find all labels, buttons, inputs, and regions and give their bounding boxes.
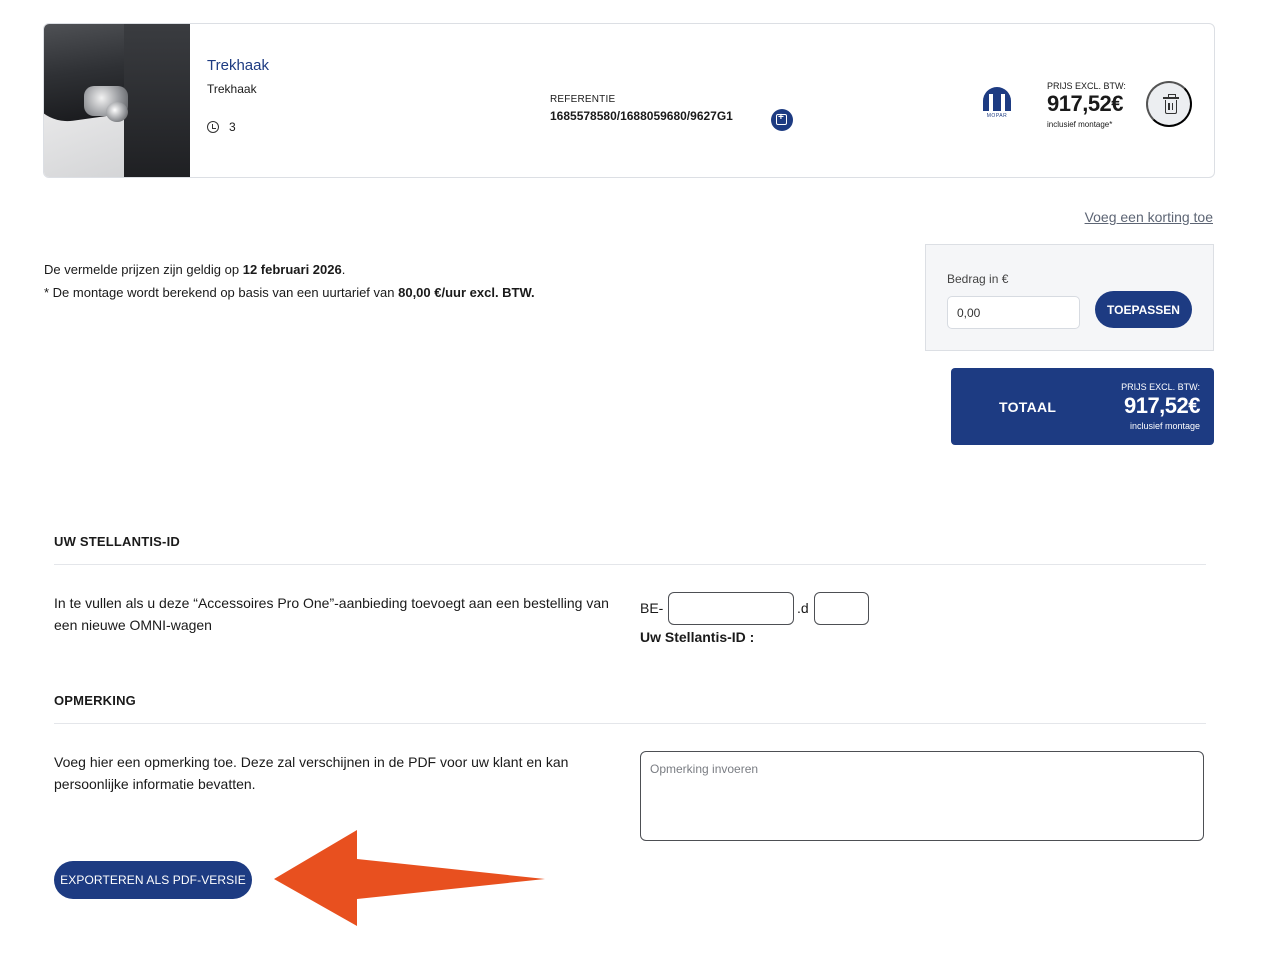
stellantis-id-label: Uw Stellantis-ID :: [640, 629, 755, 645]
total-label: TOTAAL: [999, 399, 1057, 415]
total-panel: TOTAAL PRIJS EXCL. BTW: 917,52€ inclusie…: [951, 368, 1214, 445]
delete-product-button[interactable]: [1146, 81, 1192, 127]
product-price: 917,52€: [1047, 91, 1124, 116]
amount-label: Bedrag in €: [947, 272, 1009, 286]
mopar-logo-text: MOPAR: [986, 113, 1008, 119]
stellantis-id-separator: .d: [797, 600, 809, 616]
apply-discount-button[interactable]: TOEPASSEN: [1095, 291, 1192, 328]
export-pdf-button[interactable]: EXPORTEREN ALS PDF-VERSIE: [54, 861, 252, 899]
product-card: Trekhaak Trekhaak 3 REFERENTIE 168557858…: [43, 23, 1215, 178]
stellantis-id-suffix-input[interactable]: [814, 592, 869, 625]
section-divider: [54, 564, 1206, 565]
total-price: 917,52€: [1123, 393, 1201, 418]
remark-description: Voeg hier een opmerking toe. Deze zal ve…: [54, 754, 569, 792]
total-price-note: inclusief montage: [1129, 421, 1200, 431]
discount-amount-input[interactable]: [947, 296, 1080, 329]
discount-panel: Bedrag in € TOEPASSEN: [925, 244, 1214, 351]
stellantis-id-input[interactable]: [668, 592, 794, 625]
stellantis-section-title: UW STELLANTIS-ID: [54, 534, 180, 549]
trash-icon: [1163, 94, 1179, 99]
product-title-link[interactable]: Trekhaak: [207, 57, 269, 74]
stellantis-description: In te vullen als u deze “Accessoires Pro…: [54, 595, 609, 633]
remark-section-title: OPMERKING: [54, 693, 136, 708]
assembly-rate: 80,00 €/uur excl. BTW.: [398, 285, 535, 300]
arrow-left-icon: [274, 830, 545, 926]
stellantis-id-prefix: BE-: [640, 600, 664, 616]
add-to-quote-icon[interactable]: [771, 109, 793, 131]
section-divider: [54, 723, 1206, 724]
product-quantity: 3: [229, 120, 236, 134]
product-image: [44, 24, 190, 177]
reference-label: REFERENTIE: [550, 94, 616, 105]
price-validity-text: De vermelde prijzen zijn geldig op 12 fe…: [44, 262, 346, 277]
product-price-note: inclusief montage*: [1047, 120, 1113, 129]
mopar-logo: MOPAR: [983, 87, 1011, 119]
total-price-label: PRIJS EXCL. BTW:: [1121, 382, 1200, 392]
clock-icon: [207, 121, 219, 133]
assembly-rate-text: * De montage wordt berekend op basis van…: [44, 285, 535, 300]
remark-textarea[interactable]: [640, 751, 1204, 841]
reference-value: 1685578580/1688059680/9627G1: [550, 109, 733, 123]
product-price-label: PRIJS EXCL. BTW:: [1047, 81, 1126, 91]
product-subtitle: Trekhaak: [207, 82, 257, 96]
validity-date: 12 februari 2026: [242, 262, 342, 277]
add-discount-link[interactable]: Voeg een korting toe: [1085, 209, 1213, 225]
